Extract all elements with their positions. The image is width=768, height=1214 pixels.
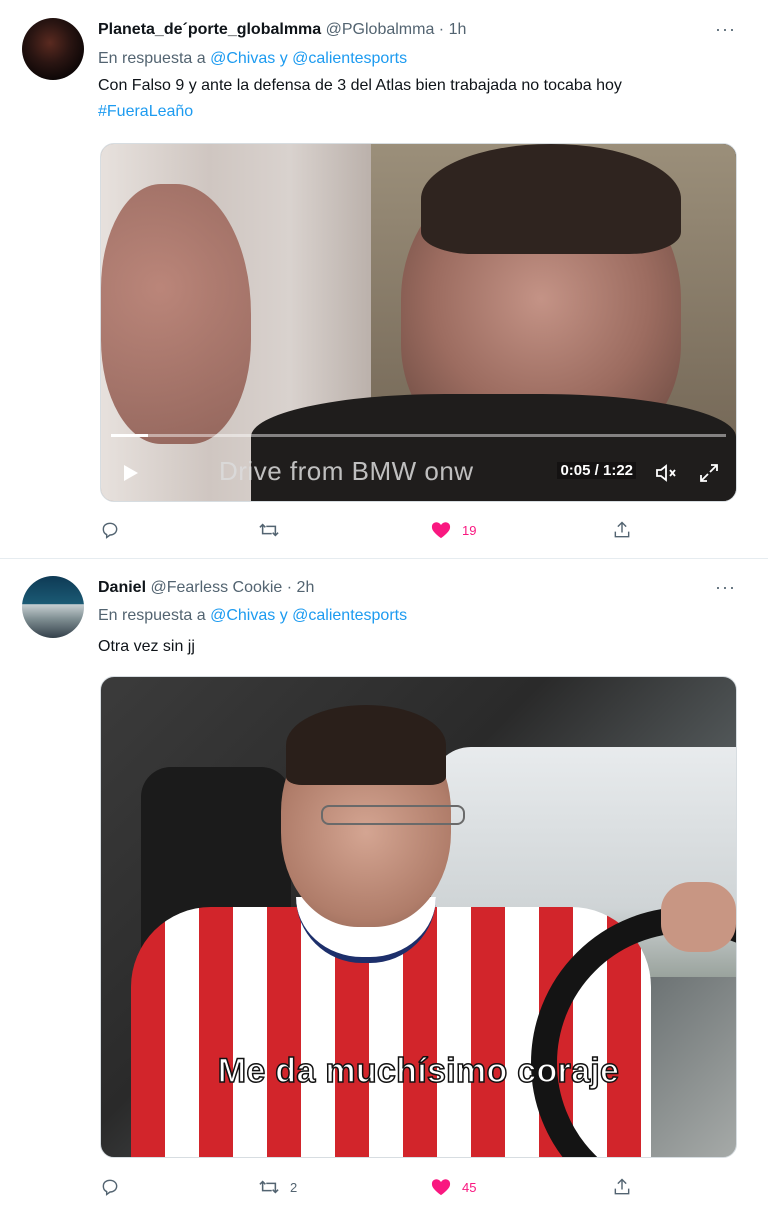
timestamp[interactable]: 2h (297, 579, 315, 596)
tweet-actions: 19 (98, 515, 658, 545)
video-caption-overlay: Drive from BMW onw (219, 456, 474, 486)
heart-icon (431, 522, 451, 539)
retweet-button[interactable]: 2 (258, 1172, 297, 1202)
mute-icon[interactable] (654, 462, 678, 484)
gif-media[interactable]: Me da muchísimo coraje (100, 676, 737, 1158)
retweet-button[interactable] (258, 515, 290, 545)
reply-context: En respuesta a @Chivas y @calientesports (98, 607, 407, 625)
gif-frame-glasses (321, 805, 465, 825)
reply-icon (102, 522, 118, 539)
tweet-actions: 2 45 (98, 1172, 658, 1202)
reply-and: y (279, 50, 288, 67)
user-handle[interactable]: @PGlobalmma (326, 21, 435, 38)
heart-icon (431, 1179, 451, 1196)
share-button[interactable] (612, 1172, 632, 1202)
display-name[interactable]: Planeta_de´porte_globalmma (98, 21, 321, 38)
video-player[interactable]: Drive from BMW onw 0:05 / 1:22 (100, 143, 737, 502)
tweet-text: Otra vez sin jj (98, 634, 748, 660)
gif-caption: Me da muchísimo coraje (217, 1051, 620, 1091)
reply-context: En respuesta a @Chivas y @calientesports (98, 50, 407, 68)
retweet-count: 2 (290, 1179, 298, 1195)
reply-button[interactable] (100, 515, 130, 545)
reply-prefix: En respuesta a (98, 607, 206, 624)
mention-link[interactable]: @Chivas (210, 607, 275, 624)
mention-link[interactable]: @calientesports (292, 50, 407, 67)
tweet-text: Con Falso 9 y ante la defensa de 3 del A… (98, 73, 748, 125)
mention-link[interactable]: @Chivas (210, 50, 275, 67)
video-frame-hair (421, 144, 681, 254)
like-button[interactable]: 19 (430, 515, 476, 545)
share-icon (614, 521, 630, 538)
display-name[interactable]: Daniel (98, 579, 146, 596)
user-handle[interactable]: @Fearless Cookie (150, 579, 282, 596)
tweet-header: Planeta_de´porte_globalmma @PGlobalmma ·… (98, 21, 466, 39)
retweet-icon (259, 1180, 279, 1194)
more-options-icon[interactable]: ··· (715, 577, 736, 598)
tweet-header: Daniel @Fearless Cookie · 2h (98, 579, 314, 597)
tweet[interactable]: Planeta_de´porte_globalmma @PGlobalmma ·… (0, 0, 768, 559)
tweet-body: Con Falso 9 y ante la defensa de 3 del A… (98, 77, 622, 94)
avatar[interactable] (22, 576, 84, 638)
video-frame-hand (101, 184, 251, 444)
avatar[interactable] (22, 18, 84, 80)
gif-frame-hair (286, 705, 446, 785)
reply-and: y (279, 607, 288, 624)
share-icon (614, 1178, 630, 1195)
play-icon[interactable] (119, 462, 141, 484)
expand-icon[interactable] (698, 462, 720, 484)
share-button[interactable] (612, 515, 632, 545)
separator-dot: · (286, 579, 293, 596)
video-progress-fill (111, 434, 148, 437)
reply-prefix: En respuesta a (98, 50, 206, 67)
like-count: 45 (462, 1179, 477, 1195)
timestamp[interactable]: 1h (449, 21, 467, 38)
video-time-readout: 0:05 / 1:22 (557, 462, 636, 479)
hashtag-link[interactable]: #FueraLeaño (98, 103, 193, 120)
tweet-feed: Planeta_de´porte_globalmma @PGlobalmma ·… (0, 0, 768, 1214)
reply-button[interactable] (100, 1172, 130, 1202)
gif-frame-hand (661, 882, 736, 952)
tweet[interactable]: Daniel @Fearless Cookie · 2h ··· En resp… (0, 559, 768, 1214)
video-progress-bar[interactable] (111, 434, 726, 437)
retweet-icon (259, 523, 279, 537)
tweet-body: Otra vez sin jj (98, 638, 195, 655)
reply-icon (102, 1179, 118, 1196)
like-count: 19 (462, 522, 477, 538)
more-options-icon[interactable]: ··· (715, 19, 736, 40)
mention-link[interactable]: @calientesports (292, 607, 407, 624)
like-button[interactable]: 45 (430, 1172, 476, 1202)
separator-dot: · (438, 21, 445, 38)
